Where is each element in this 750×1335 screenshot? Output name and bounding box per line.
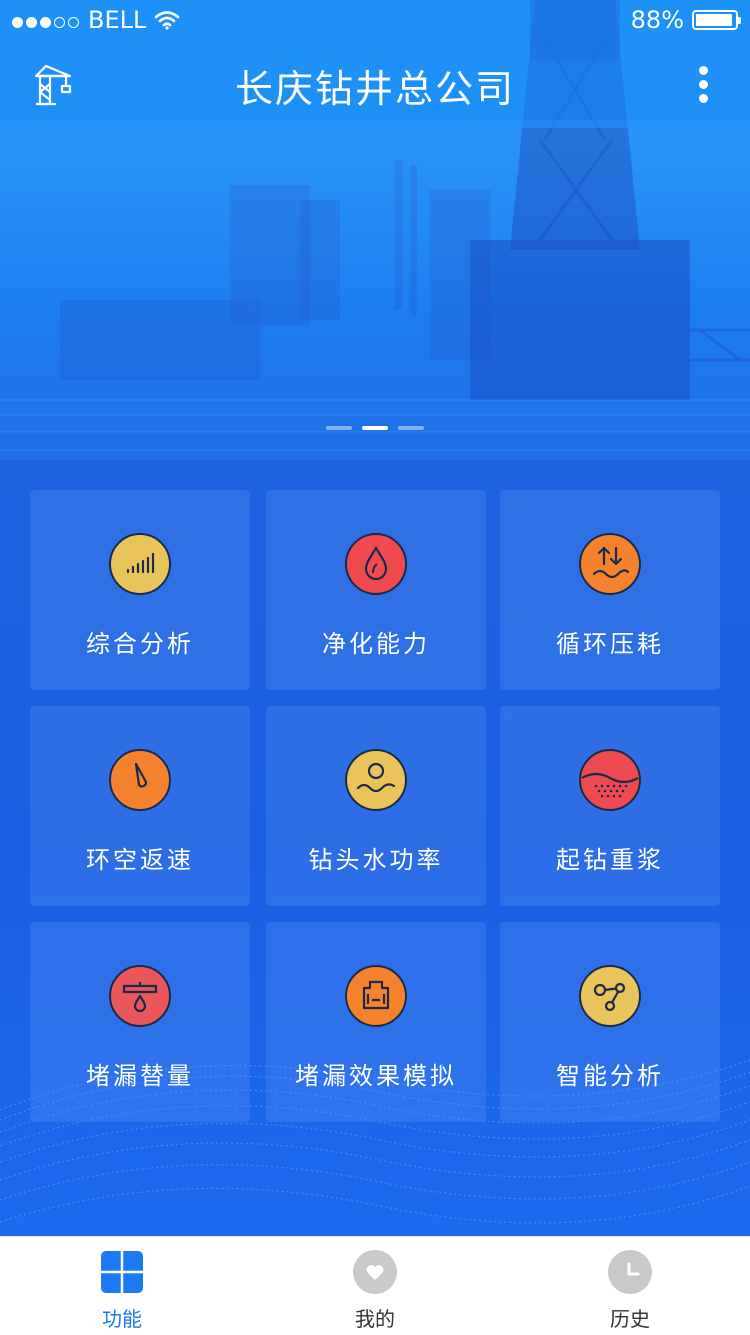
- function-label: 堵漏效果模拟: [295, 1062, 457, 1090]
- water-drop-icon: [345, 533, 407, 595]
- function-card-heavy-mud-tripping[interactable]: 起钻重浆: [500, 706, 720, 906]
- simulation-icon: [345, 965, 407, 1027]
- page-title: 长庆钻井总公司: [234, 67, 515, 111]
- tab-label: 功能: [102, 1307, 142, 1331]
- battery-icon: [692, 10, 741, 30]
- signal-bars-icon: [109, 533, 171, 595]
- function-grid: 综合分析 净化能力 循环压耗 环空返速 钻头水功率 起钻重浆 堵漏替量 堵漏效果…: [0, 460, 750, 1236]
- function-card-intelligent-analysis[interactable]: 智能分析: [500, 922, 720, 1122]
- function-label: 堵漏替量: [86, 1062, 194, 1090]
- function-card-circulation-pressure-loss[interactable]: 循环压耗: [500, 490, 720, 690]
- network-nodes-icon: [579, 965, 641, 1027]
- function-card-plugging-effect-simulation[interactable]: 堵漏效果模拟: [266, 922, 486, 1122]
- function-card-bit-hydraulic-power[interactable]: 钻头水功率: [266, 706, 486, 906]
- leak-plug-icon: [109, 965, 171, 1027]
- battery-percent: 88%: [630, 6, 684, 34]
- function-label: 智能分析: [556, 1062, 664, 1090]
- tab-label: 历史: [610, 1307, 650, 1331]
- function-card-annular-return-velocity[interactable]: 环空返速: [30, 706, 250, 906]
- function-card-plugging-displacement[interactable]: 堵漏替量: [30, 922, 250, 1122]
- function-card-comprehensive-analysis[interactable]: 综合分析: [30, 490, 250, 690]
- function-label: 起钻重浆: [556, 846, 664, 874]
- function-label: 环空返速: [86, 846, 194, 874]
- grid-tiles-icon: [101, 1251, 143, 1293]
- function-label: 净化能力: [322, 630, 430, 658]
- tab-mine[interactable]: 我的: [315, 1237, 435, 1335]
- more-vertical-icon[interactable]: [696, 66, 710, 104]
- speed-pointer-icon: [109, 749, 171, 811]
- tab-history[interactable]: 历史: [570, 1237, 690, 1335]
- function-label: 循环压耗: [556, 630, 664, 658]
- heart-icon: [353, 1250, 397, 1294]
- carousel-dot[interactable]: [326, 426, 352, 430]
- wifi-icon: [155, 11, 180, 30]
- tab-label: 我的: [355, 1307, 395, 1331]
- status-bar: BELL 88%: [0, 0, 750, 40]
- heavy-mud-icon: [579, 749, 641, 811]
- function-label: 综合分析: [86, 630, 194, 658]
- function-card-purification-capacity[interactable]: 净化能力: [266, 490, 486, 690]
- function-label: 钻头水功率: [308, 846, 444, 874]
- carousel-dot[interactable]: [398, 426, 424, 430]
- bottom-tab-bar: 功能 我的 历史: [0, 1236, 750, 1335]
- clock-icon: [608, 1250, 652, 1294]
- water-power-icon: [345, 749, 407, 811]
- carousel-dot-active[interactable]: [362, 426, 388, 430]
- tab-functions[interactable]: 功能: [62, 1237, 182, 1335]
- signal-strength-icon: [12, 6, 82, 34]
- carousel-pager[interactable]: [0, 426, 750, 430]
- pressure-flow-icon: [579, 533, 641, 595]
- carrier-name: BELL: [88, 6, 147, 34]
